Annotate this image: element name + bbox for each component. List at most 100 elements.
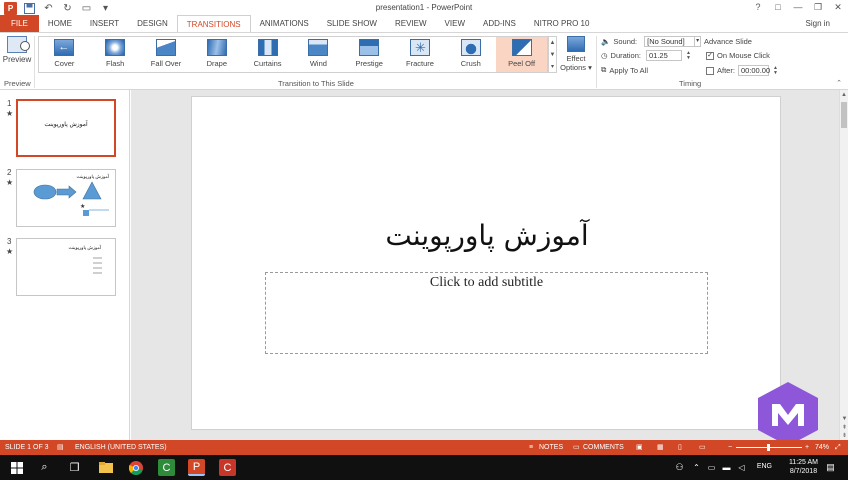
notifications-icon[interactable]: ▤ [822,459,839,476]
apply-to-all-button[interactable]: ⧉ Apply To All [601,65,648,75]
tab-home[interactable]: HOME [39,15,81,32]
watermark-logo [758,382,818,446]
reading-view-icon[interactable]: ▯ [678,440,682,455]
notes-icon[interactable]: ≡ [529,440,533,455]
input-language[interactable]: ENG [757,463,772,470]
transition-drape[interactable]: Drape [191,37,242,72]
after-input[interactable]: 00:00.00 [737,65,770,76]
preview-button[interactable]: Preview [2,36,32,76]
after-spinner[interactable]: ▲ ▼ [772,65,779,76]
transition-label: Drape [206,59,227,68]
curtains-icon [257,39,278,56]
transition-gallery: Cover Flash Fall Over Drape Curtains Win… [38,36,548,73]
group-label-timing: Timing [679,79,702,88]
transition-cover[interactable]: Cover [39,37,90,72]
transition-star-icon: ★ [6,178,14,187]
close-icon[interactable]: ✕ [828,0,848,16]
notes-button[interactable]: NOTES [539,440,563,455]
window-title: presentation1 - PowerPoint [375,3,473,12]
duration-spinner[interactable]: ▲ ▼ [685,50,692,61]
file-explorer-icon[interactable] [97,459,114,476]
minimize-icon[interactable]: — [788,0,808,16]
transition-fall-over[interactable]: Fall Over [141,37,192,72]
next-slide-icon[interactable]: ⇟ [840,432,848,439]
tab-animations[interactable]: ANIMATIONS [251,15,318,32]
tab-slide-show[interactable]: SLIDE SHOW [318,15,386,32]
spelling-icon[interactable]: ▤ [57,440,64,455]
tab-view[interactable]: VIEW [436,15,474,32]
tab-nitro-pro[interactable]: NITRO PRO 10 [525,15,599,32]
slide-sorter-icon[interactable]: ▦ [657,440,664,455]
comments-button[interactable]: COMMENTS [583,440,624,455]
slideshow-view-icon[interactable]: ▭ [699,440,706,455]
people-icon[interactable]: ⚇ [671,459,688,476]
tab-file[interactable]: FILE [0,15,39,32]
restore-icon[interactable]: ❐ [808,0,828,16]
slide-thumbnail-1[interactable]: آموزش پاورپوینت [16,99,116,157]
slide-canvas[interactable]: آموزش پاورپوینت Click to add subtitle [191,96,781,430]
gallery-scroll[interactable]: ▲ ▼ ▾ [548,36,557,73]
task-view-icon[interactable]: ❐ [66,459,83,476]
sound-dropdown[interactable]: [No Sound] [644,36,696,47]
vertical-scrollbar[interactable]: ▲ ▼ ⇞ ⇟ [839,90,848,440]
transition-flash[interactable]: Flash [90,37,141,72]
tab-design[interactable]: DESIGN [128,15,177,32]
collapse-ribbon-icon[interactable]: ⌃ [836,79,842,87]
zoom-slider-thumb[interactable] [767,444,770,451]
effect-options-label-line1: Effect [566,54,586,63]
normal-view-icon[interactable]: ▣ [636,440,643,455]
camtasia-icon[interactable]: C [158,459,175,476]
transition-peel-off[interactable]: Peel Off [496,37,547,72]
language-indicator[interactable]: ENGLISH (UNITED STATES) [75,440,167,455]
tab-add-ins[interactable]: ADD-INS [474,15,525,32]
subtitle-placeholder[interactable]: Click to add subtitle [265,272,708,354]
duration-label: Duration: [610,51,641,60]
zoom-out-icon[interactable]: − [728,440,732,455]
transition-label: Curtains [253,59,282,68]
ribbon-display-icon[interactable]: □ [768,0,788,16]
scroll-down-icon[interactable]: ▼ [840,416,848,422]
transition-prestige[interactable]: Prestige [344,37,395,72]
help-icon[interactable]: ? [748,0,768,16]
duration-input[interactable]: 01.25 [645,50,682,61]
volume-icon[interactable]: ◁ [733,459,750,476]
transition-crush[interactable]: Crush [445,37,496,72]
slide-thumbnail-3[interactable]: آموزش پاورپوینت [16,238,116,296]
transition-star-icon: ★ [6,109,14,118]
transition-fracture[interactable]: Fracture [395,37,446,72]
slide-thumbnail-2[interactable]: آموزش پاورپوینت ★ [16,169,116,227]
transition-curtains[interactable]: Curtains [242,37,293,72]
start-icon[interactable] [8,459,25,476]
fit-slide-icon[interactable]: ⤢ [835,440,841,455]
sound-dropdown-arrow-icon[interactable]: ▾ [694,36,702,47]
chrome-icon[interactable] [127,459,144,476]
scroll-up-icon[interactable]: ▲ [840,92,848,98]
after-checkbox[interactable] [706,66,714,75]
comments-icon[interactable]: ▭ [573,440,580,455]
effect-options-icon [567,36,585,52]
search-icon[interactable]: ⌕ [36,459,53,476]
sound-label: Sound: [613,37,638,46]
sound-row: 🔈 Sound: [No Sound] ▾ [601,36,702,47]
tab-review[interactable]: REVIEW [386,15,436,32]
on-mouse-click-checkbox[interactable]: ✓ On Mouse Click [706,51,770,60]
transition-wind[interactable]: Wind [293,37,344,72]
previous-slide-icon[interactable]: ⇞ [840,424,848,431]
slide-thumbnail-title: آموزش پاورپوینت [44,122,88,128]
tab-transitions[interactable]: TRANSITIONS [176,15,251,32]
camtasia-recorder-icon[interactable]: C [219,459,236,476]
windows-taskbar: ⌕ ❐ C P C ⚇ ⌃ ▭ ▬ ◁ ENG 11:25 AM 8/7/201… [0,455,848,480]
powerpoint-taskbar-icon[interactable]: P [188,459,205,476]
sign-in-link[interactable]: Sign in [806,15,830,32]
zoom-in-icon[interactable]: + [805,440,809,455]
clock[interactable]: 11:25 AM 8/7/2018 [789,458,818,476]
slide-thumbnail-bullets [93,257,102,274]
tab-insert[interactable]: INSERT [81,15,128,32]
transition-label: Peel Off [508,59,536,68]
effect-options-button[interactable]: Effect Options ▾ [560,36,592,80]
slide-title-placeholder[interactable]: آموزش پاورپوینت [192,219,782,252]
transition-label: Cover [54,59,75,68]
scroll-thumb[interactable] [841,102,847,128]
zoom-level[interactable]: 74% [815,440,829,455]
on-mouse-click-label: On Mouse Click [717,51,770,60]
